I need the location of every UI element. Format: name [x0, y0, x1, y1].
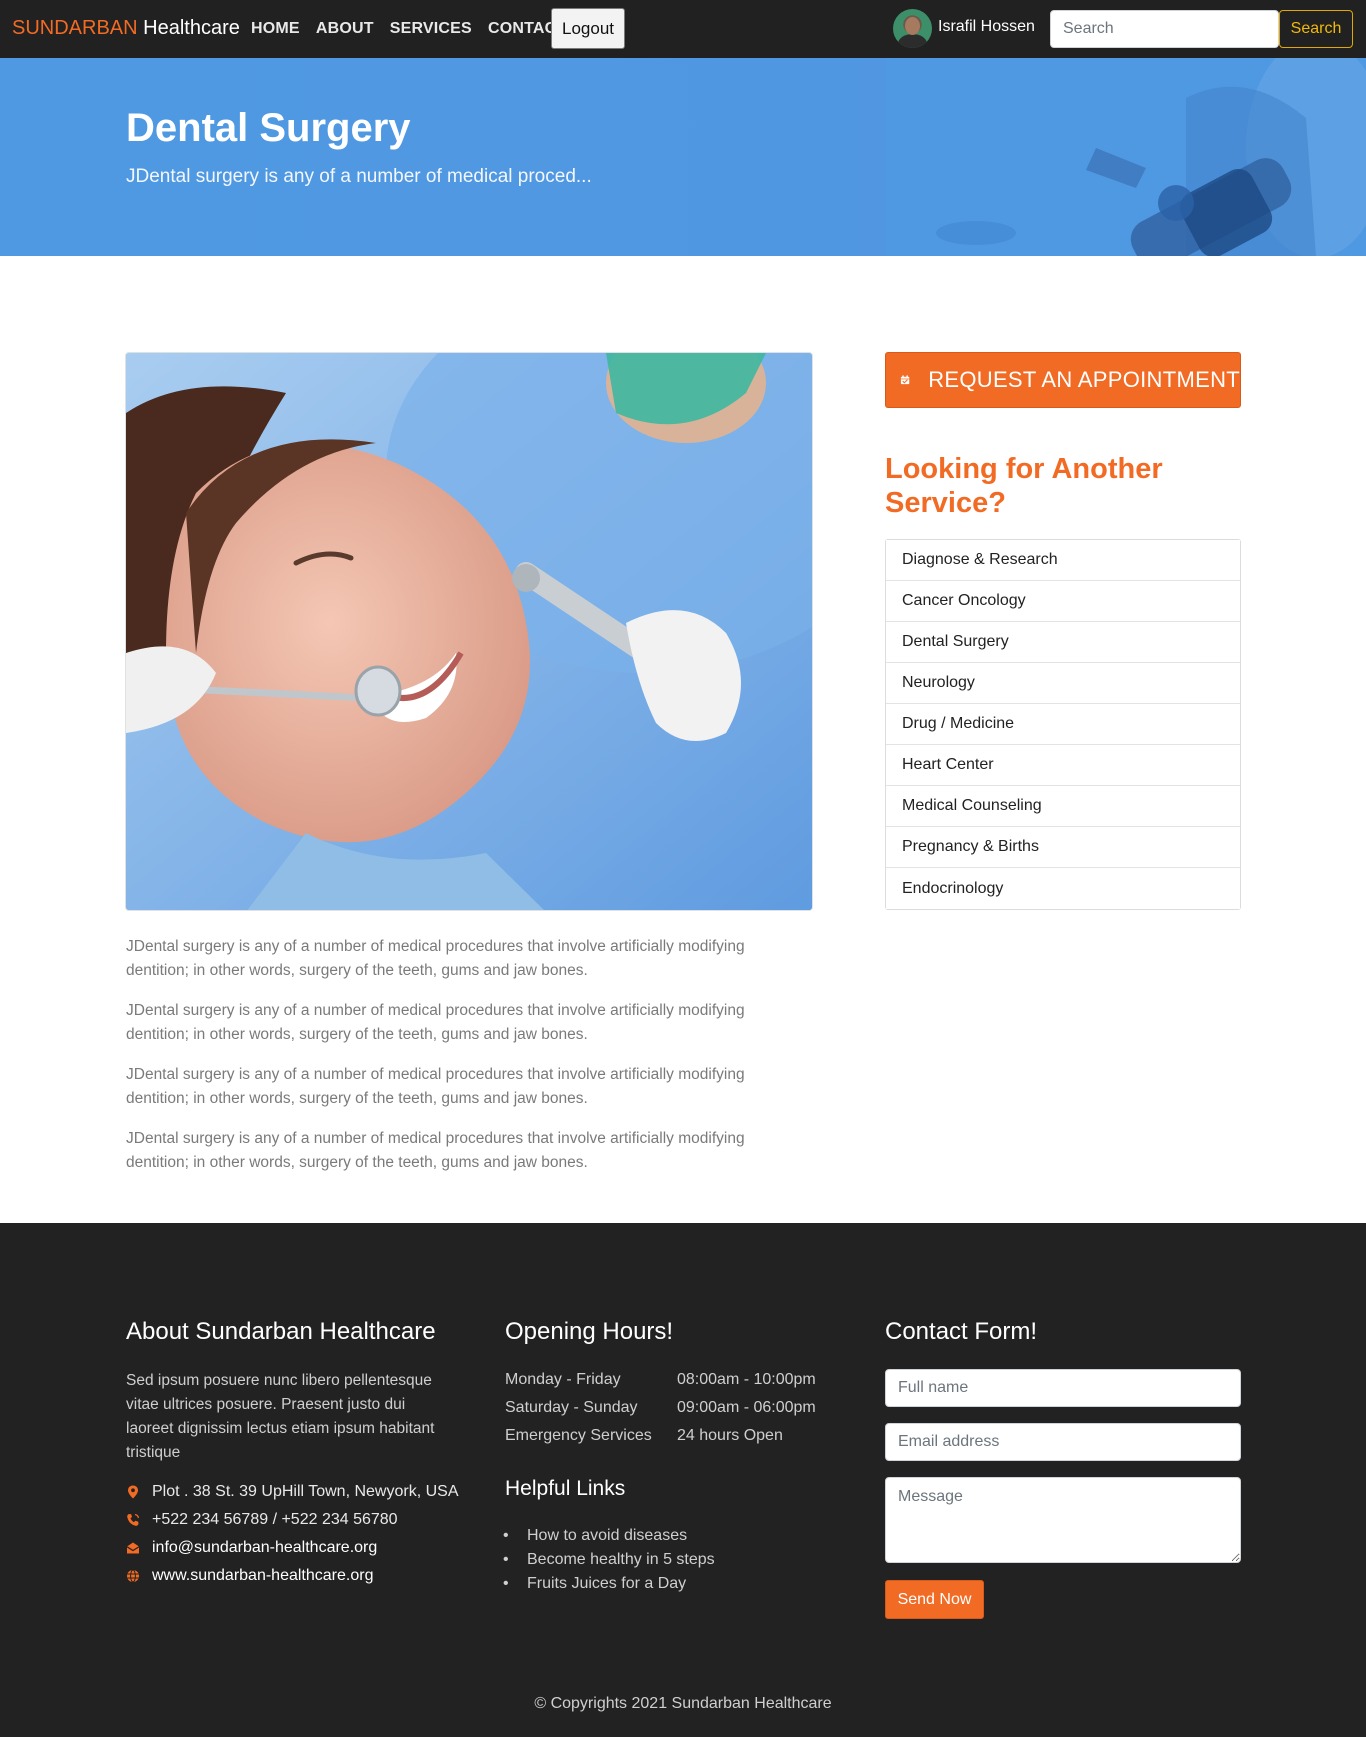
service-list: Diagnose & Research Cancer Oncology Dent… — [885, 539, 1241, 910]
helpful-link[interactable]: Fruits Juices for a Day — [503, 1575, 687, 1593]
hours-row: Saturday - Sunday 09:00am - 06:00pm — [505, 1399, 816, 1417]
hours-day: Monday - Friday — [505, 1371, 621, 1388]
body-paragraph: JDental surgery is any of a number of me… — [126, 1130, 745, 1171]
email-link[interactable]: info@sundarban-healthcare.org — [152, 1539, 377, 1557]
nav-links: HOME ABOUT SERVICES CONTACT — [251, 0, 582, 58]
message-textarea[interactable] — [885, 1477, 1241, 1563]
hero-banner: Dental Surgery JDental surgery is any of… — [0, 58, 1366, 256]
service-item-drug-medicine[interactable]: Drug / Medicine — [886, 704, 1240, 745]
avatar-body — [898, 34, 927, 48]
email-address-input[interactable] — [885, 1423, 1241, 1461]
brand-accent-text: SUNDARBAN — [12, 17, 138, 39]
user-name[interactable]: Israfil Hossen — [938, 18, 1035, 36]
nav-link-home[interactable]: HOME — [251, 20, 300, 38]
copyright-text: © Copyrights 2021 Sundarban Healthcare — [534, 1695, 832, 1712]
search-input[interactable] — [1050, 10, 1279, 48]
helpful-link-label: How to avoid diseases — [527, 1527, 688, 1544]
footer-about-text: Sed ipsum posuere nunc libero pellentesq… — [126, 1372, 435, 1461]
hours-time: 08:00am - 10:00pm — [677, 1371, 816, 1388]
dental-surgery-image — [125, 352, 813, 911]
helpful-link-label: Become healthy in 5 steps — [527, 1551, 715, 1568]
footer-links-heading: Helpful Links — [505, 1477, 626, 1500]
service-item-neurology[interactable]: Neurology — [886, 663, 1240, 704]
address-text: Plot . 38 St. 39 UpHill Town, Newyork, U… — [152, 1483, 459, 1500]
search-button[interactable]: Search — [1279, 10, 1353, 48]
full-name-input[interactable] — [885, 1369, 1241, 1407]
brand-text: Healthcare — [143, 17, 240, 39]
calendar-check-icon — [900, 375, 910, 385]
envelope-icon — [126, 1542, 140, 1554]
footer-form-heading: Contact Form! — [885, 1318, 1038, 1345]
nav-link-services[interactable]: SERVICES — [390, 20, 472, 38]
hours-day: Emergency Services — [505, 1427, 652, 1444]
send-now-button[interactable]: Send Now — [885, 1580, 984, 1619]
nav-link-about[interactable]: ABOUT — [316, 20, 374, 38]
logout-button[interactable]: Logout — [551, 8, 625, 49]
request-appointment-label: REQUEST AN APPOINTMENT — [928, 367, 1240, 392]
service-item-pregnancy-births[interactable]: Pregnancy & Births — [886, 827, 1240, 868]
brand-logo[interactable]: SUNDARBAN Healthcare — [12, 17, 240, 40]
helpful-link-label: Fruits Juices for a Day — [527, 1575, 687, 1592]
footer-website[interactable]: www.sundarban-healthcare.org — [126, 1567, 373, 1585]
hours-day: Saturday - Sunday — [505, 1399, 638, 1416]
map-marker-icon — [128, 1485, 138, 1499]
globe-icon — [127, 1569, 139, 1583]
request-appointment-button[interactable]: REQUEST AN APPOINTMENT — [885, 352, 1241, 408]
service-item-dental-surgery[interactable]: Dental Surgery — [886, 622, 1240, 663]
hours-time: 24 hours Open — [677, 1427, 783, 1444]
phone-icon — [127, 1513, 140, 1526]
page-subtitle: JDental surgery is any of a number of me… — [126, 166, 592, 187]
avatar-face — [905, 17, 920, 35]
footer-hours-heading: Opening Hours! — [505, 1318, 674, 1345]
hours-row: Monday - Friday 08:00am - 10:00pm — [505, 1371, 816, 1389]
service-item-diagnose-research[interactable]: Diagnose & Research — [886, 540, 1240, 581]
website-link[interactable]: www.sundarban-healthcare.org — [152, 1567, 373, 1585]
service-item-heart-center[interactable]: Heart Center — [886, 745, 1240, 786]
helpful-link[interactable]: How to avoid diseases — [503, 1527, 688, 1545]
hours-time: 09:00am - 06:00pm — [677, 1399, 816, 1416]
hours-row: Emergency Services 24 hours Open — [505, 1427, 783, 1445]
phone-text: +522 234 56789 / +522 234 56780 — [152, 1511, 398, 1528]
page-title: Dental Surgery — [126, 106, 411, 150]
footer-email[interactable]: info@sundarban-healthcare.org — [126, 1539, 377, 1557]
service-item-endocrinology[interactable]: Endocrinology — [886, 868, 1240, 909]
footer-address: Plot . 38 St. 39 UpHill Town, Newyork, U… — [126, 1483, 459, 1501]
service-item-cancer-oncology[interactable]: Cancer Oncology — [886, 581, 1240, 622]
avatar[interactable] — [893, 9, 932, 48]
footer-phone: +522 234 56789 / +522 234 56780 — [126, 1511, 398, 1529]
another-service-heading: Looking for Another Service? — [885, 453, 1163, 519]
service-item-medical-counseling[interactable]: Medical Counseling — [886, 786, 1240, 827]
body-paragraph: JDental surgery is any of a number of me… — [126, 938, 745, 979]
helpful-link[interactable]: Become healthy in 5 steps — [503, 1551, 715, 1569]
body-paragraph: JDental surgery is any of a number of me… — [126, 1066, 745, 1107]
hero-microscope-image — [886, 58, 1366, 256]
body-paragraph: JDental surgery is any of a number of me… — [126, 1002, 745, 1043]
dental-photo-illustration — [126, 353, 812, 910]
navbar: SUNDARBAN Healthcare HOME ABOUT SERVICES… — [0, 0, 1366, 58]
footer-about-heading: About Sundarban Healthcare — [126, 1318, 436, 1345]
